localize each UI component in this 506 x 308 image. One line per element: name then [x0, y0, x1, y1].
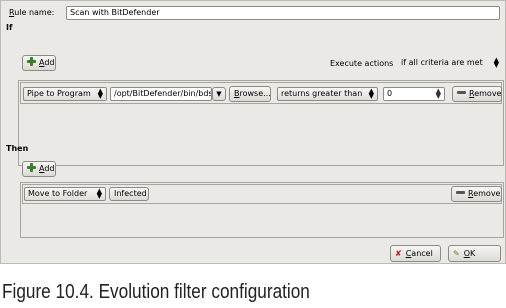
- minus-icon: [456, 191, 465, 194]
- execute-actions-label: Execute actions: [330, 59, 394, 68]
- then-heading: Then: [6, 144, 29, 153]
- spin-arrows-icon: ▲ ▼: [97, 87, 103, 100]
- rule-name-input[interactable]: Scan with BitDefender: [66, 6, 500, 20]
- action-type-select[interactable]: Move to Folder ▲ ▼: [24, 187, 106, 201]
- execute-actions-select[interactable]: if all criteria are met ▲ ▼: [397, 56, 503, 70]
- if-add-button[interactable]: Add: [22, 55, 56, 71]
- cancel-button[interactable]: ✘ Cancel: [390, 245, 441, 262]
- criteria-remove-button[interactable]: Remove: [452, 86, 502, 102]
- then-add-button[interactable]: Add: [22, 161, 56, 177]
- browse-button[interactable]: Browse...: [229, 86, 271, 102]
- program-path-dropdown[interactable]: ▼: [212, 87, 226, 101]
- spin-arrows-icon: ▲ ▼: [96, 187, 102, 200]
- spin-arrows-icon: ▲ ▼: [493, 56, 499, 69]
- figure-caption: Figure 10.4. Evolution filter configurat…: [2, 281, 310, 303]
- spin-arrows-icon[interactable]: ▲ ▼: [436, 88, 441, 100]
- action-remove-button[interactable]: Remove: [451, 186, 502, 202]
- comparison-select[interactable]: returns greater than ▲ ▼: [277, 87, 378, 101]
- folder-select-button[interactable]: Infected: [109, 187, 149, 201]
- rule-name-label: Rule name:: [9, 8, 55, 17]
- spin-arrows-icon: ▲ ▼: [368, 87, 374, 100]
- filter-rule-dialog: Rule name: Scan with BitDefender If Add …: [0, 0, 506, 264]
- value-spin-input[interactable]: 0 ▲ ▼: [383, 87, 445, 101]
- ok-button[interactable]: ✎ OK: [448, 245, 501, 262]
- plus-icon: [27, 163, 36, 172]
- ok-icon: ✎: [453, 249, 460, 258]
- program-path-input[interactable]: /opt/BitDefender/bin/bds: [110, 87, 212, 101]
- triangle-down-icon: ▼: [216, 90, 222, 98]
- if-heading: If: [6, 23, 13, 32]
- plus-icon: [27, 57, 36, 66]
- cancel-icon: ✘: [395, 249, 402, 258]
- criteria-type-select[interactable]: Pipe to Program ▲ ▼: [23, 87, 107, 101]
- minus-icon: [457, 91, 466, 94]
